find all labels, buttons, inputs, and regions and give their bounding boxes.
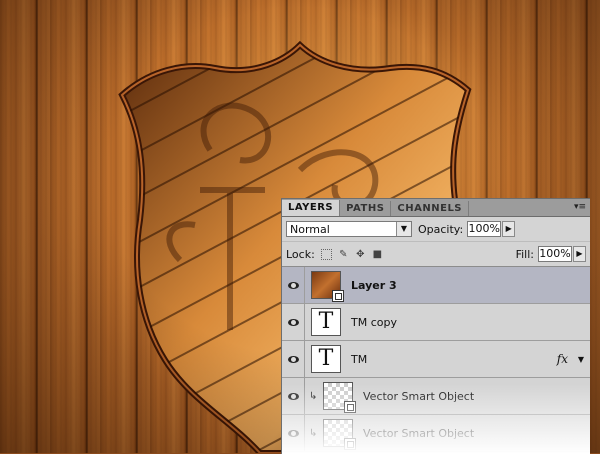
clipping-mask-arrow-icon: ↳: [309, 427, 318, 439]
layer-thumbnail: [323, 419, 356, 450]
layer-name: TM: [351, 352, 368, 366]
lock-image-pixels-icon[interactable]: ✎: [338, 249, 349, 260]
opacity-label: Opacity:: [418, 222, 464, 236]
lock-all-icon[interactable]: ■: [372, 249, 383, 260]
smart-object-badge-icon: [344, 401, 356, 413]
visibility-eye-icon[interactable]: [282, 378, 305, 414]
layer-name: Vector Smart Object: [363, 426, 475, 440]
expand-effects-arrow-icon[interactable]: ▼: [578, 355, 584, 364]
lock-transparent-pixels-icon[interactable]: [320, 248, 332, 260]
clipping-mask-arrow-icon: ↳: [309, 390, 318, 402]
panel-menu-icon[interactable]: ▾≡: [574, 202, 586, 212]
text-layer-thumbnail-icon: T: [311, 308, 341, 336]
lock-fill-row: Lock: ✎ ✥ ■ Fill: 100% ▶: [282, 241, 590, 266]
visibility-eye-icon[interactable]: [282, 304, 305, 340]
layer-thumbnail: [311, 271, 344, 302]
visibility-eye-icon[interactable]: [282, 341, 305, 377]
chevron-down-icon[interactable]: ▼: [396, 222, 411, 236]
fill-label: Fill:: [515, 247, 534, 261]
blend-opacity-row: Normal ▼ Opacity: 100% ▶: [282, 217, 590, 241]
blend-mode-select[interactable]: Normal ▼: [286, 221, 412, 237]
lock-position-icon[interactable]: ✥: [355, 249, 366, 260]
fill-slider-arrow-icon[interactable]: ▶: [573, 246, 586, 262]
smart-object-badge-icon: [332, 290, 344, 302]
layer-name: Layer 3: [351, 278, 397, 292]
lock-label: Lock:: [286, 247, 315, 261]
tab-channels[interactable]: CHANNELS: [391, 201, 470, 216]
smart-object-badge-icon: [344, 438, 356, 450]
text-layer-thumbnail-icon: T: [311, 345, 341, 373]
layer-name: Vector Smart Object: [363, 389, 475, 403]
fill-field[interactable]: 100%: [538, 246, 572, 262]
visibility-eye-icon[interactable]: [282, 267, 305, 303]
layer-list: Layer 3 T TM copy T TM fx ▼ ↳ Vector Sma…: [282, 266, 590, 452]
layer-row-tm-copy[interactable]: T TM copy: [282, 304, 590, 341]
layers-panel: LAYERS PATHS CHANNELS ▾≡ Normal ▼ Opacit…: [281, 198, 590, 454]
layer-row-vector-smart-object-2[interactable]: ↳ Vector Smart Object: [282, 415, 590, 452]
layer-name: TM copy: [351, 315, 397, 329]
layer-thumbnail: [323, 382, 356, 413]
layer-row-vector-smart-object[interactable]: ↳ Vector Smart Object: [282, 378, 590, 415]
tab-layers[interactable]: LAYERS: [282, 200, 341, 216]
opacity-slider-arrow-icon[interactable]: ▶: [502, 221, 516, 237]
opacity-field[interactable]: 100%: [467, 221, 502, 237]
tab-paths[interactable]: PATHS: [340, 201, 392, 216]
visibility-eye-icon[interactable]: [282, 415, 305, 451]
layer-row-tm[interactable]: T TM fx ▼: [282, 341, 590, 378]
panel-tab-bar: LAYERS PATHS CHANNELS ▾≡: [282, 199, 590, 217]
blend-mode-value: Normal: [290, 222, 330, 236]
layer-effects-fx-icon[interactable]: fx: [557, 352, 568, 366]
layer-row-layer-3[interactable]: Layer 3: [282, 267, 590, 304]
